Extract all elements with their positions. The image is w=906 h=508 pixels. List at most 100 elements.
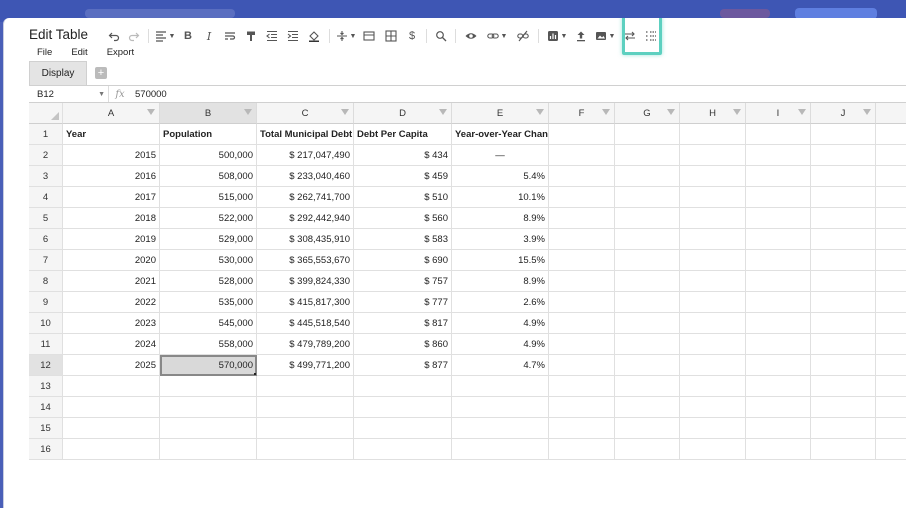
row-header[interactable]: 16 (29, 439, 63, 460)
bold-icon[interactable]: B (177, 25, 199, 47)
table-cell[interactable] (615, 313, 680, 334)
table-cell[interactable] (549, 250, 615, 271)
table-cell[interactable] (746, 166, 811, 187)
table-cell[interactable]: 2018 (63, 208, 160, 229)
filter-icon[interactable] (733, 109, 741, 115)
table-cell[interactable]: $ 777 (354, 292, 452, 313)
table-cell[interactable] (615, 439, 680, 460)
table-cell[interactable] (811, 334, 876, 355)
row-header[interactable]: 12 (29, 355, 63, 376)
table-cell[interactable] (680, 145, 746, 166)
table-cell[interactable]: 515,000 (160, 187, 257, 208)
column-header-b[interactable]: B (160, 103, 257, 124)
filter-icon[interactable] (602, 109, 610, 115)
table-cell[interactable]: 15.5% (452, 250, 549, 271)
filter-icon[interactable] (863, 109, 871, 115)
table-cell[interactable] (549, 145, 615, 166)
table-cell[interactable] (615, 250, 680, 271)
row-header[interactable]: 7 (29, 250, 63, 271)
table-cell[interactable] (63, 439, 160, 460)
table-cell[interactable] (876, 397, 906, 418)
table-cell[interactable] (160, 376, 257, 397)
table-cell[interactable] (746, 355, 811, 376)
column-header-h[interactable]: H (680, 103, 746, 124)
table-cell[interactable] (452, 439, 549, 460)
table-cell[interactable] (549, 313, 615, 334)
table-cell[interactable] (876, 250, 906, 271)
table-cell[interactable] (680, 187, 746, 208)
upload-icon[interactable] (571, 25, 591, 47)
column-header-f[interactable]: F (549, 103, 615, 124)
search-icon[interactable] (431, 25, 451, 47)
table-cell[interactable] (549, 166, 615, 187)
table-cell[interactable]: 2023 (63, 313, 160, 334)
row-header[interactable]: 9 (29, 292, 63, 313)
table-cell[interactable]: 2017 (63, 187, 160, 208)
table-cell[interactable]: $ 445,518,540 (257, 313, 354, 334)
table-cell[interactable]: 2015 (63, 145, 160, 166)
table-cell[interactable] (549, 439, 615, 460)
table-cell[interactable]: $ 583 (354, 229, 452, 250)
indent-increase-icon[interactable] (282, 25, 303, 47)
undo-icon[interactable] (104, 25, 124, 47)
table-cell[interactable]: 528,000 (160, 271, 257, 292)
table-cell[interactable] (257, 376, 354, 397)
table-cell[interactable] (746, 334, 811, 355)
table-cell[interactable]: 530,000 (160, 250, 257, 271)
table-cell[interactable]: Debt Per Capita (354, 124, 452, 145)
filter-icon[interactable] (341, 109, 349, 115)
fill-color-icon[interactable] (303, 25, 325, 47)
table-cell[interactable] (680, 334, 746, 355)
table-cell[interactable] (354, 397, 452, 418)
formula-input[interactable]: 570000 (131, 89, 167, 100)
filter-icon[interactable] (244, 109, 252, 115)
table-cell[interactable] (680, 292, 746, 313)
table-cell[interactable] (354, 439, 452, 460)
table-cell[interactable] (615, 376, 680, 397)
table-cell[interactable] (615, 397, 680, 418)
table-cell[interactable]: $ 365,553,670 (257, 250, 354, 271)
table-cell[interactable] (452, 376, 549, 397)
table-cell[interactable]: 508,000 (160, 166, 257, 187)
table-cell[interactable] (680, 250, 746, 271)
table-cell[interactable] (452, 397, 549, 418)
view-icon[interactable] (460, 25, 482, 47)
table-cell[interactable] (680, 376, 746, 397)
table-cell[interactable] (549, 271, 615, 292)
table-cell[interactable] (876, 187, 906, 208)
merge-cells-icon[interactable] (358, 25, 380, 47)
table-cell[interactable] (549, 124, 615, 145)
table-cell[interactable] (680, 229, 746, 250)
table-cell[interactable] (354, 376, 452, 397)
table-cell[interactable] (746, 145, 811, 166)
table-cell[interactable] (680, 313, 746, 334)
table-cell[interactable]: 529,000 (160, 229, 257, 250)
table-cell[interactable]: 4.7% (452, 355, 549, 376)
table-cell[interactable] (452, 418, 549, 439)
table-cell[interactable] (811, 208, 876, 229)
table-cell[interactable]: $ 757 (354, 271, 452, 292)
align-icon[interactable]: ▼ (153, 25, 177, 47)
row-header[interactable]: 4 (29, 187, 63, 208)
table-cell[interactable]: 5.4% (452, 166, 549, 187)
table-cell[interactable] (549, 418, 615, 439)
column-header-a[interactable]: A (63, 103, 160, 124)
table-cell[interactable] (615, 145, 680, 166)
table-cell[interactable] (876, 313, 906, 334)
table-cell[interactable]: $ 459 (354, 166, 452, 187)
wrap-text-icon[interactable] (219, 25, 241, 47)
swap-icon[interactable] (619, 25, 641, 47)
menu-edit[interactable]: Edit (71, 47, 87, 58)
row-header[interactable]: 8 (29, 271, 63, 292)
table-cell[interactable] (811, 145, 876, 166)
filter-icon[interactable] (536, 109, 544, 115)
table-cell[interactable] (615, 292, 680, 313)
row-header[interactable]: 10 (29, 313, 63, 334)
filter-icon[interactable] (147, 109, 155, 115)
table-cell[interactable]: $ 560 (354, 208, 452, 229)
table-cell[interactable] (615, 271, 680, 292)
table-cell[interactable]: 3.9% (452, 229, 549, 250)
table-cell[interactable] (160, 397, 257, 418)
column-header-g[interactable]: G (615, 103, 680, 124)
table-cell[interactable] (257, 397, 354, 418)
